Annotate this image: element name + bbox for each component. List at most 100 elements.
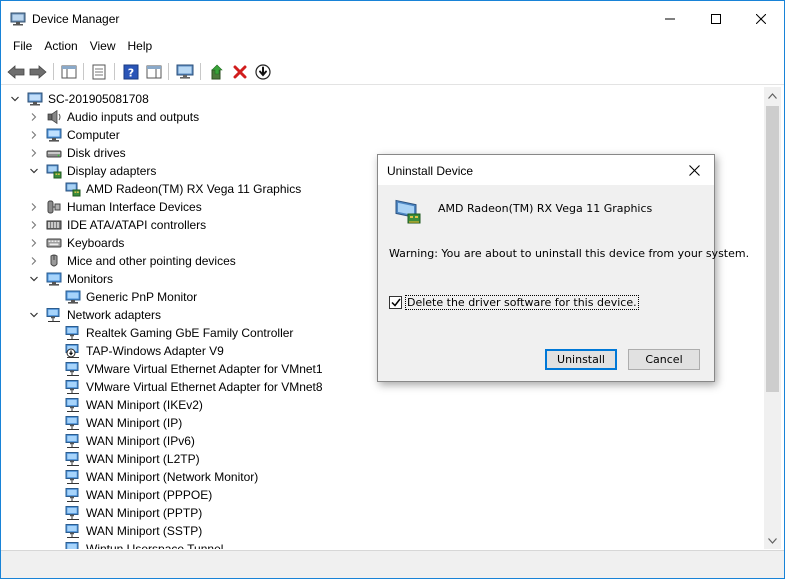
window-title: Device Manager [32, 12, 120, 26]
toolbar: ? [1, 58, 784, 85]
tree-device[interactable]: WAN Miniport (IKEv2) [1, 396, 761, 414]
chevron-right-icon[interactable] [29, 130, 39, 140]
tree-device[interactable]: WAN Miniport (IPv6) [1, 432, 761, 450]
computer-root-icon [27, 92, 43, 106]
forward-button[interactable] [28, 62, 48, 81]
chevron-right-icon[interactable] [29, 202, 39, 212]
computer-icon [46, 128, 62, 142]
cancel-button[interactable]: Cancel [628, 349, 700, 370]
network-icon [65, 488, 79, 502]
tree-category[interactable]: Audio inputs and outputs [1, 108, 761, 126]
delete-driver-option[interactable]: Delete the driver software for this devi… [389, 295, 639, 310]
close-icon [756, 14, 766, 24]
tree-device[interactable]: WAN Miniport (SSTP) [1, 522, 761, 540]
chevron-right-icon[interactable] [29, 238, 39, 248]
scroll-thumb[interactable] [766, 106, 779, 392]
tree-item-label: Realtek Gaming GbE Family Controller [86, 326, 294, 340]
monitor-icon [46, 272, 62, 286]
disable-device-button[interactable] [253, 62, 273, 81]
uninstall-device-button[interactable] [230, 62, 250, 81]
minimize-button[interactable] [647, 1, 693, 37]
menu-file[interactable]: File [7, 37, 38, 57]
tree-item-label: Mice and other pointing devices [67, 254, 236, 268]
display-adapter-icon [46, 164, 62, 179]
delete-driver-label[interactable]: Delete the driver software for this devi… [405, 295, 639, 310]
hid-icon [47, 200, 61, 214]
close-button[interactable] [738, 1, 784, 37]
disk-drive-icon [46, 150, 62, 158]
dialog-body: AMD Radeon(TM) RX Vega 11 Graphics Warni… [378, 185, 749, 381]
network-icon [65, 326, 79, 340]
show-hide-console-tree-button[interactable] [59, 62, 79, 81]
uninstall-button[interactable]: Uninstall [545, 349, 617, 370]
tree-item-label: WAN Miniport (SSTP) [86, 524, 203, 538]
minimize-icon [665, 18, 675, 20]
network-icon [65, 470, 79, 484]
tree-device[interactable]: WAN Miniport (PPTP) [1, 504, 761, 522]
red-x-icon [233, 65, 247, 78]
delete-driver-checkbox[interactable] [389, 296, 402, 309]
display-adapter-icon [395, 199, 421, 224]
action-pane-button[interactable] [144, 62, 164, 81]
tree-device[interactable]: Wintun Userspace Tunnel [1, 540, 761, 549]
back-button[interactable] [6, 62, 26, 81]
back-arrow-icon [7, 64, 25, 79]
tree-item-label: WAN Miniport (Network Monitor) [86, 470, 259, 484]
chevron-down-icon[interactable] [29, 310, 39, 320]
scroll-down-button[interactable] [764, 532, 781, 549]
scroll-up-button[interactable] [764, 87, 781, 104]
tree-item-label: WAN Miniport (PPPOE) [86, 488, 213, 502]
checkmark-icon [390, 298, 401, 307]
down-arrow-circle-icon [255, 63, 271, 80]
tree-device[interactable]: WAN Miniport (PPPOE) [1, 486, 761, 504]
tree-item-label: Audio inputs and outputs [67, 110, 200, 124]
update-driver-button[interactable] [207, 62, 227, 81]
console-tree-icon [61, 65, 77, 78]
menu-help[interactable]: Help [122, 37, 159, 57]
vertical-scrollbar[interactable] [764, 87, 781, 549]
dialog-close-button[interactable] [682, 159, 706, 181]
tree-device[interactable]: WAN Miniport (IP) [1, 414, 761, 432]
menu-action[interactable]: Action [38, 37, 83, 57]
chevron-right-icon[interactable] [29, 220, 39, 230]
chevron-right-icon[interactable] [29, 148, 39, 158]
network-icon [46, 308, 60, 322]
network-disabled-icon [65, 344, 79, 358]
tree-item-label: Monitors [67, 272, 114, 286]
tree-item-label: Human Interface Devices [67, 200, 202, 214]
tree-device[interactable]: WAN Miniport (L2TP) [1, 450, 761, 468]
menu-view[interactable]: View [84, 37, 122, 57]
tree-item-label: Generic PnP Monitor [86, 290, 198, 304]
maximize-icon [711, 14, 721, 24]
tree-item-label: AMD Radeon(TM) RX Vega 11 Graphics [86, 182, 302, 196]
device-manager-window: Device Manager File Action View Help ? S… [0, 0, 785, 579]
network-icon [65, 380, 79, 394]
properties-button[interactable] [89, 62, 109, 81]
tree-device[interactable]: WAN Miniport (Network Monitor) [1, 468, 761, 486]
uninstall-device-dialog: Uninstall Device AMD Radeon(TM) RX Vega … [377, 154, 749, 382]
chevron-right-icon[interactable] [29, 256, 39, 266]
network-icon [65, 434, 79, 448]
tree-item-label: TAP-Windows Adapter V9 [86, 344, 224, 358]
scan-hardware-changes-button[interactable] [175, 62, 195, 81]
network-icon [65, 542, 79, 549]
tree-item-label: WAN Miniport (IPv6) [86, 434, 195, 448]
close-icon [688, 164, 700, 176]
tree-item-label: VMware Virtual Ethernet Adapter for VMne… [86, 380, 323, 394]
display-adapter-icon [65, 182, 81, 197]
status-bar [1, 550, 784, 578]
update-driver-icon [211, 64, 223, 79]
chevron-down-icon[interactable] [29, 274, 39, 284]
maximize-button[interactable] [693, 1, 739, 37]
tree-item-label: WAN Miniport (IKEv2) [86, 398, 203, 412]
chevron-down-icon[interactable] [10, 94, 20, 104]
title-bar[interactable]: Device Manager [1, 1, 784, 37]
chevron-down-icon[interactable] [29, 166, 39, 176]
tree-root[interactable]: SC-201905081708 [1, 90, 761, 108]
tree-category[interactable]: Computer [1, 126, 761, 144]
ide-controller-icon [46, 220, 62, 230]
chevron-right-icon[interactable] [29, 112, 39, 122]
dialog-title-bar[interactable]: Uninstall Device [378, 155, 714, 185]
help-button[interactable]: ? [121, 62, 141, 81]
tree-root-label: SC-201905081708 [48, 92, 149, 106]
